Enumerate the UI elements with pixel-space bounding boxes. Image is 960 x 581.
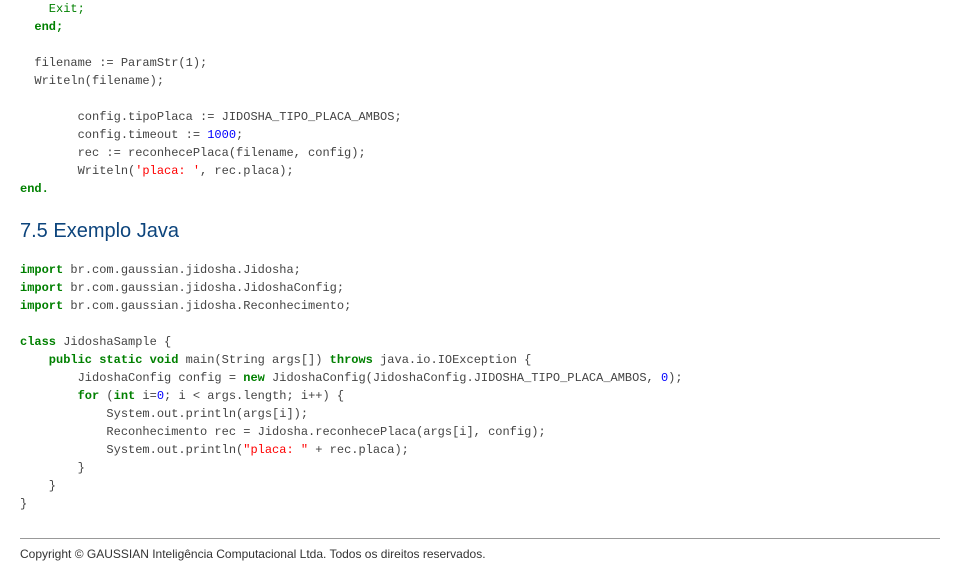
code-line: end; bbox=[20, 20, 63, 34]
code-line: Exit; bbox=[20, 2, 85, 16]
code-keyword: import bbox=[20, 263, 63, 277]
code-text: , rec.placa); bbox=[200, 164, 294, 178]
code-string: "placa: " bbox=[243, 443, 308, 457]
code-keyword: class bbox=[20, 335, 56, 349]
code-text: ( bbox=[99, 389, 113, 403]
code-text: JidoshaSample { bbox=[56, 335, 171, 349]
code-line: config.tipoPlaca := JIDOSHA_TIPO_PLACA_A… bbox=[20, 110, 402, 124]
code-text: main(String args[]) bbox=[178, 353, 329, 367]
code-text: JidoshaConfig(JidoshaConfig.JIDOSHA_TIPO… bbox=[265, 371, 661, 385]
code-line: config.timeout := bbox=[20, 128, 207, 142]
code-keyword: public static void bbox=[20, 353, 178, 367]
code-line: } bbox=[20, 479, 56, 493]
code-keyword: import bbox=[20, 281, 63, 295]
pascal-code-block: Exit; end; filename := ParamStr(1); Writ… bbox=[20, 0, 940, 198]
code-text: br.com.gaussian.jidosha.Jidosha; bbox=[63, 263, 301, 277]
code-line: Writeln(filename); bbox=[20, 74, 164, 88]
code-text: ; bbox=[236, 128, 243, 142]
code-number: 1000 bbox=[207, 128, 236, 142]
code-text: System.out.println( bbox=[20, 443, 243, 457]
code-text: java.io.IOException { bbox=[373, 353, 531, 367]
code-line: Reconhecimento rec = Jidosha.reconhecePl… bbox=[20, 425, 546, 439]
code-keyword: throws bbox=[330, 353, 373, 367]
code-text: ; i < args.length; i++) { bbox=[164, 389, 344, 403]
code-text: br.com.gaussian.jidosha.Reconhecimento; bbox=[63, 299, 351, 313]
code-line: System.out.println(args[i]); bbox=[20, 407, 308, 421]
code-line: filename := ParamStr(1); bbox=[20, 56, 207, 70]
code-line: Writeln( bbox=[20, 164, 135, 178]
code-keyword: int bbox=[114, 389, 136, 403]
code-line: rec := reconhecePlaca(filename, config); bbox=[20, 146, 366, 160]
code-keyword: import bbox=[20, 299, 63, 313]
code-text: JidoshaConfig config = bbox=[20, 371, 243, 385]
code-number: 0 bbox=[157, 389, 164, 403]
code-line: end. bbox=[20, 182, 49, 196]
code-text: ); bbox=[668, 371, 682, 385]
code-keyword: for bbox=[20, 389, 99, 403]
code-keyword: new bbox=[243, 371, 265, 385]
code-string: 'placa: ' bbox=[135, 164, 200, 178]
code-text: filename := ParamStr(1); bbox=[20, 56, 207, 70]
footer-copyright: Copyright © GAUSSIAN Inteligência Comput… bbox=[20, 547, 940, 581]
code-line: } bbox=[20, 497, 27, 511]
code-text: br.com.gaussian.jidosha.JidoshaConfig; bbox=[63, 281, 344, 295]
java-code-block: import br.com.gaussian.jidosha.Jidosha; … bbox=[20, 261, 940, 513]
page: Exit; end; filename := ParamStr(1); Writ… bbox=[0, 0, 960, 581]
section-heading: 7.5 Exemplo Java bbox=[20, 220, 940, 243]
code-line: } bbox=[20, 461, 85, 475]
divider bbox=[20, 538, 940, 539]
code-text: i= bbox=[135, 389, 157, 403]
code-text: + rec.placa); bbox=[308, 443, 409, 457]
